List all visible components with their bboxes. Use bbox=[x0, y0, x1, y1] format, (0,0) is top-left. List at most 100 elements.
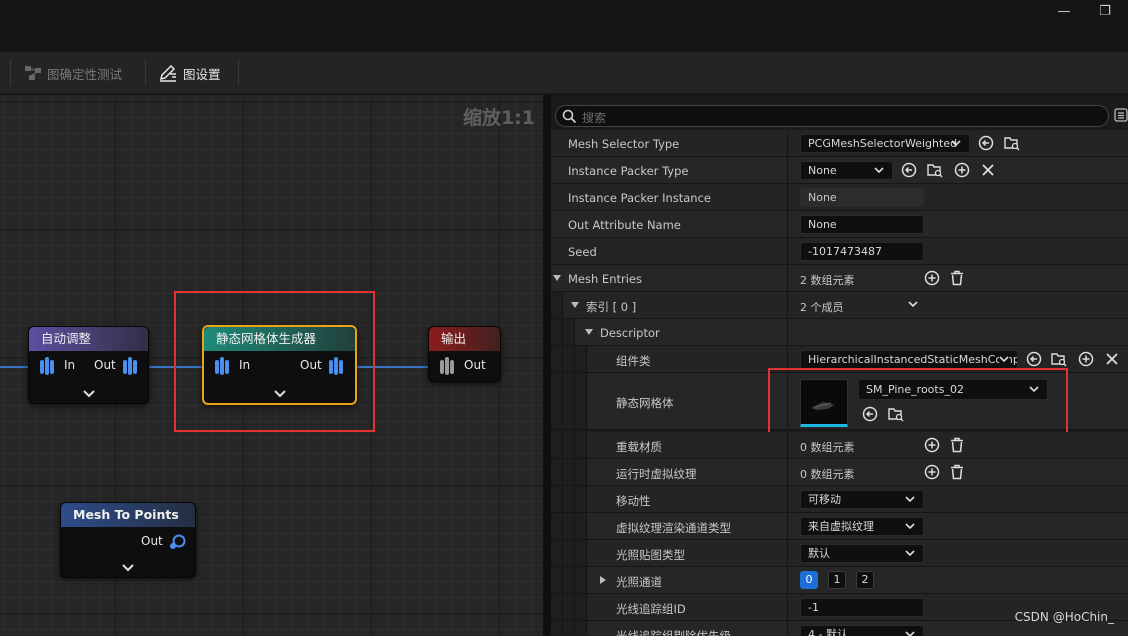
expand-triangle-icon[interactable] bbox=[570, 301, 580, 309]
point-pin-icon[interactable] bbox=[169, 533, 187, 554]
property-label: Instance Packer Instance bbox=[568, 191, 711, 205]
property-row-index-0: 索引 [ 0 ] 2 个成员 bbox=[551, 292, 1128, 319]
output-pin-icon[interactable] bbox=[122, 355, 140, 380]
browse-folder-icon[interactable] bbox=[1051, 351, 1067, 367]
browse-folder-icon[interactable] bbox=[927, 162, 943, 178]
lightmap-type-dropdown[interactable]: 默认 bbox=[800, 544, 924, 563]
add-icon[interactable] bbox=[924, 270, 940, 286]
property-row-mobility: 移动性 可移动 bbox=[551, 486, 1128, 513]
graph-settings-button[interactable]: 图设置 bbox=[158, 60, 221, 86]
out-attribute-name-input[interactable]: None bbox=[800, 215, 924, 234]
toolbar-divider bbox=[238, 60, 239, 86]
seed-input[interactable]: -1017473487 bbox=[800, 242, 924, 261]
property-label: 静态网格体 bbox=[616, 396, 674, 410]
property-label: 光照贴图类型 bbox=[616, 548, 685, 562]
column-divider bbox=[787, 432, 788, 458]
wire-edge bbox=[0, 366, 30, 368]
output-pin-label: Out bbox=[94, 358, 116, 372]
panel-splitter[interactable] bbox=[543, 95, 551, 636]
component-class-dropdown[interactable]: HierarchicalInstancedStaticMeshComponent bbox=[800, 350, 1018, 369]
search-input[interactable]: 搜索 bbox=[555, 105, 1109, 127]
reset-arrow-icon[interactable] bbox=[1026, 351, 1042, 367]
property-label: 索引 [ 0 ] bbox=[586, 300, 637, 314]
indent-guide bbox=[551, 621, 563, 636]
reset-arrow-icon[interactable] bbox=[978, 135, 994, 151]
trash-icon[interactable] bbox=[949, 437, 965, 453]
node-title: 输出 bbox=[429, 327, 500, 351]
chevron-down-icon[interactable] bbox=[82, 389, 96, 399]
expand-triangle-right-icon[interactable] bbox=[599, 575, 607, 585]
add-icon[interactable] bbox=[924, 464, 940, 480]
column-divider bbox=[787, 265, 788, 291]
property-row-seed: Seed -1017473487 bbox=[551, 238, 1128, 265]
indent-guide bbox=[551, 373, 563, 429]
chevron-down-icon[interactable] bbox=[908, 301, 918, 308]
expand-triangle-icon[interactable] bbox=[552, 274, 562, 282]
lighting-channel-2-toggle[interactable]: 2 bbox=[856, 571, 874, 589]
column-divider bbox=[787, 319, 788, 345]
lighting-channel-1-toggle[interactable]: 1 bbox=[828, 571, 846, 589]
details-options-icon[interactable] bbox=[1114, 108, 1128, 125]
restore-button[interactable]: ❐ bbox=[1092, 2, 1118, 22]
node-title: Mesh To Points bbox=[61, 503, 195, 527]
toolbar-divider bbox=[145, 60, 146, 86]
property-row-static-mesh: 静态网格体 SM_Pine_roots_02 bbox=[551, 368, 1128, 434]
chevron-down-icon bbox=[999, 356, 1009, 363]
mesh-selector-type-dropdown[interactable]: PCGMeshSelectorWeighted bbox=[800, 134, 970, 153]
chevron-down-icon bbox=[905, 523, 915, 530]
indent-guide bbox=[563, 373, 575, 429]
trash-icon[interactable] bbox=[949, 270, 965, 286]
output-pin-icon[interactable] bbox=[439, 355, 457, 380]
clear-x-icon[interactable] bbox=[1104, 351, 1120, 367]
indent-guide bbox=[551, 513, 563, 539]
indent-guide bbox=[563, 621, 575, 636]
property-label: 虚拟纹理渲染通道类型 bbox=[616, 521, 731, 535]
minimize-button[interactable]: — bbox=[1051, 2, 1077, 22]
indent-guide bbox=[551, 594, 563, 620]
property-row-runtime-virtual-textures: 运行时虚拟纹理 0 数组元素 bbox=[551, 459, 1128, 486]
graph-settings-label: 图设置 bbox=[183, 66, 221, 82]
property-row-override-materials: 重载材质 0 数组元素 bbox=[551, 432, 1128, 459]
property-row-instance-packer-instance: Instance Packer Instance None bbox=[551, 184, 1128, 211]
dropdown-value: 来自虚拟纹理 bbox=[808, 520, 874, 533]
indent-guide bbox=[575, 513, 587, 539]
output-pin-label: Out bbox=[464, 358, 486, 372]
dropdown-value: None bbox=[808, 164, 837, 177]
input-pin-icon[interactable] bbox=[39, 355, 57, 380]
mobility-dropdown[interactable]: 可移动 bbox=[800, 490, 924, 509]
property-row-mesh-selector-type: Mesh Selector Type PCGMeshSelectorWeight… bbox=[551, 130, 1128, 157]
expand-triangle-icon[interactable] bbox=[584, 328, 594, 336]
add-icon[interactable] bbox=[954, 162, 970, 178]
chevron-down-icon bbox=[905, 631, 915, 636]
browse-folder-icon[interactable] bbox=[1004, 135, 1020, 151]
lighting-channel-0-toggle[interactable]: 0 bbox=[800, 571, 818, 589]
add-icon[interactable] bbox=[1078, 351, 1094, 367]
determinism-test-button[interactable]: 图确定性测试 bbox=[24, 60, 122, 86]
column-divider bbox=[787, 157, 788, 183]
property-row-out-attribute-name: Out Attribute Name None bbox=[551, 211, 1128, 238]
property-label: 光线追踪组ID bbox=[616, 602, 686, 616]
node-auto-adjust[interactable]: 自动调整 In Out bbox=[28, 326, 149, 404]
node-output[interactable]: 输出 Out bbox=[428, 326, 501, 382]
trash-icon[interactable] bbox=[949, 464, 965, 480]
node-mesh-to-points[interactable]: Mesh To Points Out bbox=[60, 502, 196, 578]
ray-tracing-group-id-input[interactable]: -1 bbox=[800, 598, 924, 617]
property-label: Mesh Selector Type bbox=[568, 137, 680, 151]
indent-guide bbox=[563, 459, 575, 485]
chevron-down-icon[interactable] bbox=[121, 563, 135, 573]
chevron-down-icon bbox=[874, 167, 884, 174]
vt-render-pass-type-dropdown[interactable]: 来自虚拟纹理 bbox=[800, 517, 924, 536]
property-row-descriptor: Descriptor bbox=[551, 319, 1128, 346]
clear-x-icon[interactable] bbox=[980, 162, 996, 178]
graph-canvas[interactable]: 缩放1:1 自动调整 In Out 静态网格体生成器 In Out 输出 Out… bbox=[0, 95, 543, 636]
instance-packer-instance-value: None bbox=[800, 188, 924, 207]
instance-packer-type-dropdown[interactable]: None bbox=[800, 161, 893, 180]
indent-guide bbox=[575, 621, 587, 636]
indent-guide bbox=[575, 567, 587, 593]
highlight-annotation-box bbox=[768, 368, 1068, 434]
property-label: Descriptor bbox=[600, 326, 660, 340]
reset-arrow-icon[interactable] bbox=[901, 162, 917, 178]
add-icon[interactable] bbox=[924, 437, 940, 453]
indent-guide bbox=[563, 594, 575, 620]
ray-tracing-cull-priority-dropdown[interactable]: 4 - 默认 bbox=[800, 625, 924, 636]
